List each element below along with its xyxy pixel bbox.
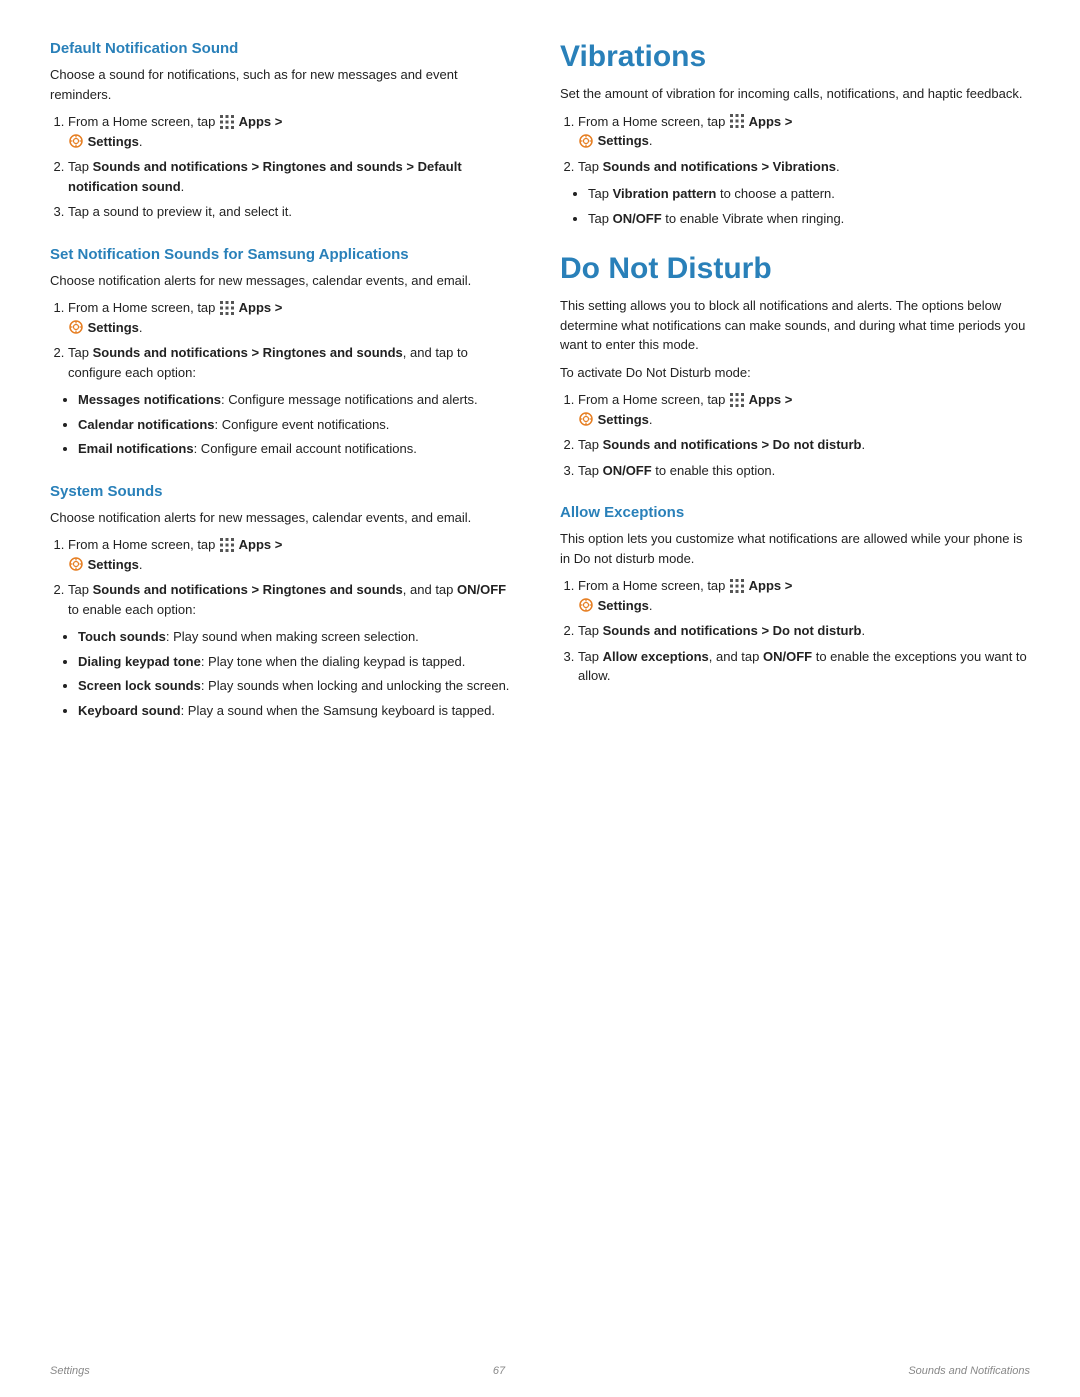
apps-icon [220,115,234,129]
bullet-calendar: Calendar notifications: Configure event … [78,415,520,435]
default-notification-sound-steps: From a Home screen, tap [68,112,520,222]
step-3: Tap a sound to preview it, and select it… [68,202,520,222]
footer-left: Settings [50,1365,90,1377]
settings-label-3: Settings [88,557,139,572]
do-not-disturb-title: Do Not Disturb [560,252,1030,286]
section-system-sounds: System Sounds Choose notification alerts… [50,483,520,721]
apps-label-5: Apps > [749,392,793,407]
step-1: From a Home screen, tap [68,112,520,151]
section-default-notification-sound: Default Notification Sound Choose a soun… [50,40,520,222]
step-2: Tap Sounds and notifications > Ringtones… [68,580,520,619]
step-2: Tap Sounds and notifications > Ringtones… [68,157,520,196]
vibrations-bullets: Tap Vibration pattern to choose a patter… [588,184,1030,228]
vib-step-1: From a Home screen, tap [578,112,1030,151]
system-sounds-step2-bold: Sounds and notifications > Ringtones and… [93,582,403,597]
footer-center: 67 [493,1365,505,1377]
footer: Settings 67 Sounds and Notifications [0,1365,1080,1377]
settings-icon-3 [69,557,83,571]
settings-label-4: Settings [598,133,649,148]
do-not-disturb-steps: From a Home screen, tap [578,390,1030,480]
section-vibrations: Vibrations Set the amount of vibration f… [560,40,1030,228]
apps-icon-4 [730,114,744,128]
step-1: From a Home screen, tap [68,298,520,337]
apps-label: Apps > [239,114,283,129]
settings-icon-5 [579,412,593,426]
vib-step-2: Tap Sounds and notifications > Vibration… [578,157,1030,177]
settings-label-6: Settings [598,598,649,613]
default-notification-sound-title: Default Notification Sound [50,40,520,57]
bullet-touch: Touch sounds: Play sound when making scr… [78,627,520,647]
system-sounds-title: System Sounds [50,483,520,500]
settings-icon-6 [579,598,593,612]
section-do-not-disturb: Do Not Disturb This setting allows you t… [560,252,1030,480]
allow-exceptions-title: Allow Exceptions [560,504,1030,521]
footer-right: Sounds and Notifications [908,1365,1030,1377]
apps-icon-6 [730,579,744,593]
do-not-disturb-intro: This setting allows you to block all not… [560,296,1030,355]
default-notification-sound-intro: Choose a sound for notifications, such a… [50,65,520,104]
set-notification-sounds-steps: From a Home screen, tap [68,298,520,382]
apps-label-4: Apps > [749,114,793,129]
settings-label: Settings [88,134,139,149]
apps-icon-3 [220,538,234,552]
bullet-screenlock: Screen lock sounds: Play sounds when loc… [78,676,520,696]
system-sounds-steps: From a Home screen, tap [68,535,520,619]
section-set-notification-sounds: Set Notification Sounds for Samsung Appl… [50,246,520,459]
settings-icon-2 [69,320,83,334]
right-column: Vibrations Set the amount of vibration f… [560,40,1030,744]
step2-bold: Sounds and notifications > Ringtones and… [68,159,462,194]
set-notification-sounds-title: Set Notification Sounds for Samsung Appl… [50,246,520,263]
apps-icon-2 [220,301,234,315]
apps-label-2: Apps > [239,300,283,315]
left-column: Default Notification Sound Choose a soun… [50,40,520,744]
bullet-email: Email notifications: Configure email acc… [78,439,520,459]
bullet-dialing: Dialing keypad tone: Play tone when the … [78,652,520,672]
apps-label-6: Apps > [749,578,793,593]
vibrations-title: Vibrations [560,40,1030,74]
set-notification-sounds-intro: Choose notification alerts for new messa… [50,271,520,291]
allow-exceptions-intro: This option lets you customize what noti… [560,529,1030,568]
step-1: From a Home screen, tap [68,535,520,574]
apps-icon-5 [730,393,744,407]
dnd-step-3: Tap ON/OFF to enable this option. [578,461,1030,481]
vibrations-steps: From a Home screen, tap [578,112,1030,177]
settings-label-2: Settings [88,320,139,335]
activate-label: To activate Do Not Disturb mode: [560,363,1030,383]
ae-step-3: Tap Allow exceptions, and tap ON/OFF to … [578,647,1030,686]
ae-step-1: From a Home screen, tap [578,576,1030,615]
allow-exceptions-steps: From a Home screen, tap [578,576,1030,686]
dnd-step-1: From a Home screen, tap [578,390,1030,429]
samsung-apps-bullets: Messages notifications: Configure messag… [78,390,520,459]
apps-label-3: Apps > [239,537,283,552]
system-sounds-intro: Choose notification alerts for new messa… [50,508,520,528]
step2-bold-2: Sounds and notifications > Ringtones and… [93,345,403,360]
bullet-vib-onoff: Tap ON/OFF to enable Vibrate when ringin… [588,209,1030,229]
dnd-step-2: Tap Sounds and notifications > Do not di… [578,435,1030,455]
settings-label-5: Settings [598,412,649,427]
section-allow-exceptions: Allow Exceptions This option lets you cu… [560,504,1030,686]
ae-step-2: Tap Sounds and notifications > Do not di… [578,621,1030,641]
bullet-messages: Messages notifications: Configure messag… [78,390,520,410]
settings-icon [69,134,83,148]
step-2: Tap Sounds and notifications > Ringtones… [68,343,520,382]
bullet-keyboard: Keyboard sound: Play a sound when the Sa… [78,701,520,721]
system-sounds-bullets: Touch sounds: Play sound when making scr… [78,627,520,720]
bullet-vib-pattern: Tap Vibration pattern to choose a patter… [588,184,1030,204]
settings-icon-4 [579,134,593,148]
vibrations-intro: Set the amount of vibration for incoming… [560,84,1030,104]
